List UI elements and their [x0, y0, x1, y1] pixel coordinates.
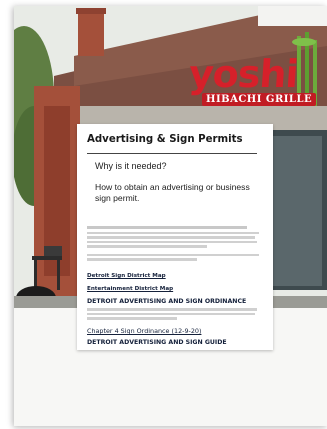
link-entertainment-district-map[interactable]: Entertainment District Map [87, 286, 173, 292]
title-rule [87, 153, 257, 154]
ordinance-heading: DETROIT ADVERTISING AND SIGN ORDINANCE [87, 298, 247, 305]
fine-print-2 [87, 308, 259, 320]
link-chapter-4-ordinance[interactable]: Chapter 4 Sign Ordinance (12-9-20) [87, 327, 201, 335]
brand-logo: yoshi [187, 52, 300, 96]
link-sign-district-map[interactable]: Detroit Sign District Map [87, 273, 166, 279]
question-heading: Why is it needed? [95, 161, 167, 171]
brand-subtitle: HIBACHI GRILLE [202, 93, 317, 106]
document-title: Advertising & Sign Permits [87, 134, 243, 145]
subheading: How to obtain an advertising or business… [95, 182, 250, 203]
page-sheet: yoshi HIBACHI GRILLE CONTACTS Advertisin… [14, 6, 327, 426]
document-panel: Advertising & Sign Permits Why is it nee… [77, 124, 273, 350]
sign-guide-heading: DETROIT ADVERTISING AND SIGN GUIDE [87, 339, 227, 346]
fine-print-1 [87, 226, 259, 261]
